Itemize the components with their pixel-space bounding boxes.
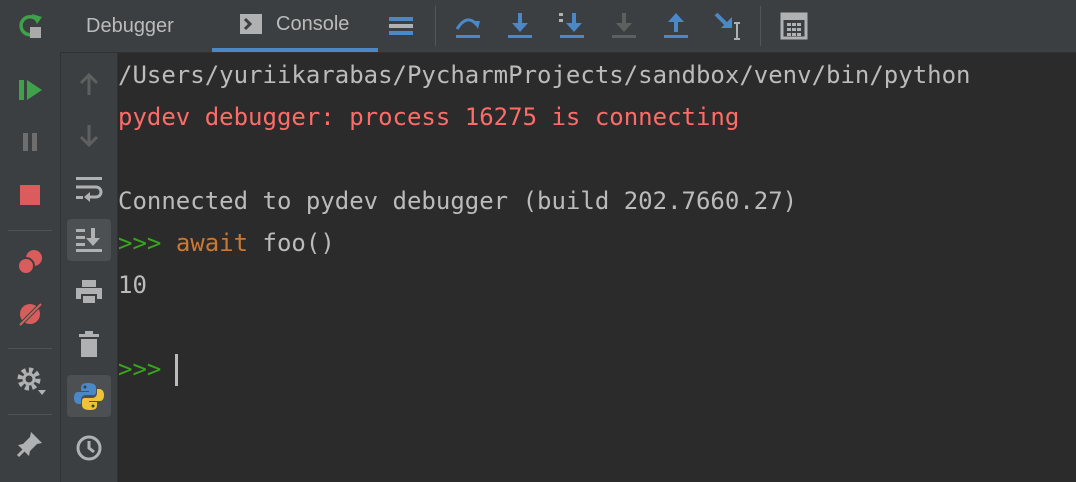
debug-toolbar	[0, 0, 61, 482]
down-arrow-icon[interactable]	[67, 115, 111, 157]
run-to-cursor-icon[interactable]	[710, 8, 746, 44]
clear-all-icon[interactable]	[67, 323, 111, 365]
stop-icon[interactable]	[12, 177, 48, 213]
step-into-icon[interactable]	[502, 8, 538, 44]
console-toolbar	[61, 53, 118, 482]
console-line-command: /Users/yuriikarabas/PycharmProjects/sand…	[118, 61, 971, 89]
text-caret	[175, 354, 179, 386]
evaluate-expression-icon[interactable]	[776, 8, 812, 44]
pin-icon[interactable]	[12, 426, 48, 462]
tab-debugger-label: Debugger	[86, 14, 174, 37]
show-execution-point-icon[interactable]	[383, 8, 419, 44]
step-over-icon[interactable]	[450, 8, 486, 44]
tab-debugger[interactable]: Debugger	[86, 0, 174, 52]
console-input-line[interactable]: >>>	[118, 354, 179, 386]
rerun-icon[interactable]	[12, 8, 48, 44]
await-keyword: await	[175, 229, 249, 257]
view-breakpoints-icon[interactable]	[12, 244, 48, 280]
mute-breakpoints-icon[interactable]	[12, 296, 48, 332]
python-console-icon[interactable]	[67, 375, 111, 417]
function-call: foo()	[262, 229, 335, 257]
resume-icon[interactable]	[12, 72, 48, 108]
debugger-tab-bar: Debugger Console	[60, 0, 1076, 53]
pause-icon[interactable]	[12, 124, 48, 160]
force-step-into-icon[interactable]	[606, 8, 642, 44]
console-output[interactable]: /Users/yuriikarabas/PycharmProjects/sand…	[118, 53, 1076, 482]
soft-wrap-icon[interactable]	[67, 167, 111, 209]
settings-icon[interactable]	[12, 362, 48, 398]
console-prompt: >>>	[118, 229, 162, 257]
scroll-to-end-icon[interactable]	[67, 219, 111, 261]
console-line-connecting: pydev debugger: process 16275 is connect…	[118, 103, 740, 131]
console-line-input: >>> await foo()	[118, 228, 335, 258]
print-icon[interactable]	[67, 271, 111, 313]
history-icon[interactable]	[67, 427, 111, 469]
tab-console-label: Console	[276, 12, 350, 35]
tab-console[interactable]: Console	[212, 0, 378, 52]
console-tab-icon	[240, 14, 262, 34]
console-line-connected: Connected to pydev debugger (build 202.7…	[118, 187, 798, 215]
console-prompt-active: >>>	[118, 355, 162, 383]
step-out-icon[interactable]	[658, 8, 694, 44]
step-into-my-code-icon[interactable]	[554, 8, 590, 44]
console-line-output: 10	[118, 271, 147, 299]
up-arrow-icon[interactable]	[67, 63, 111, 105]
